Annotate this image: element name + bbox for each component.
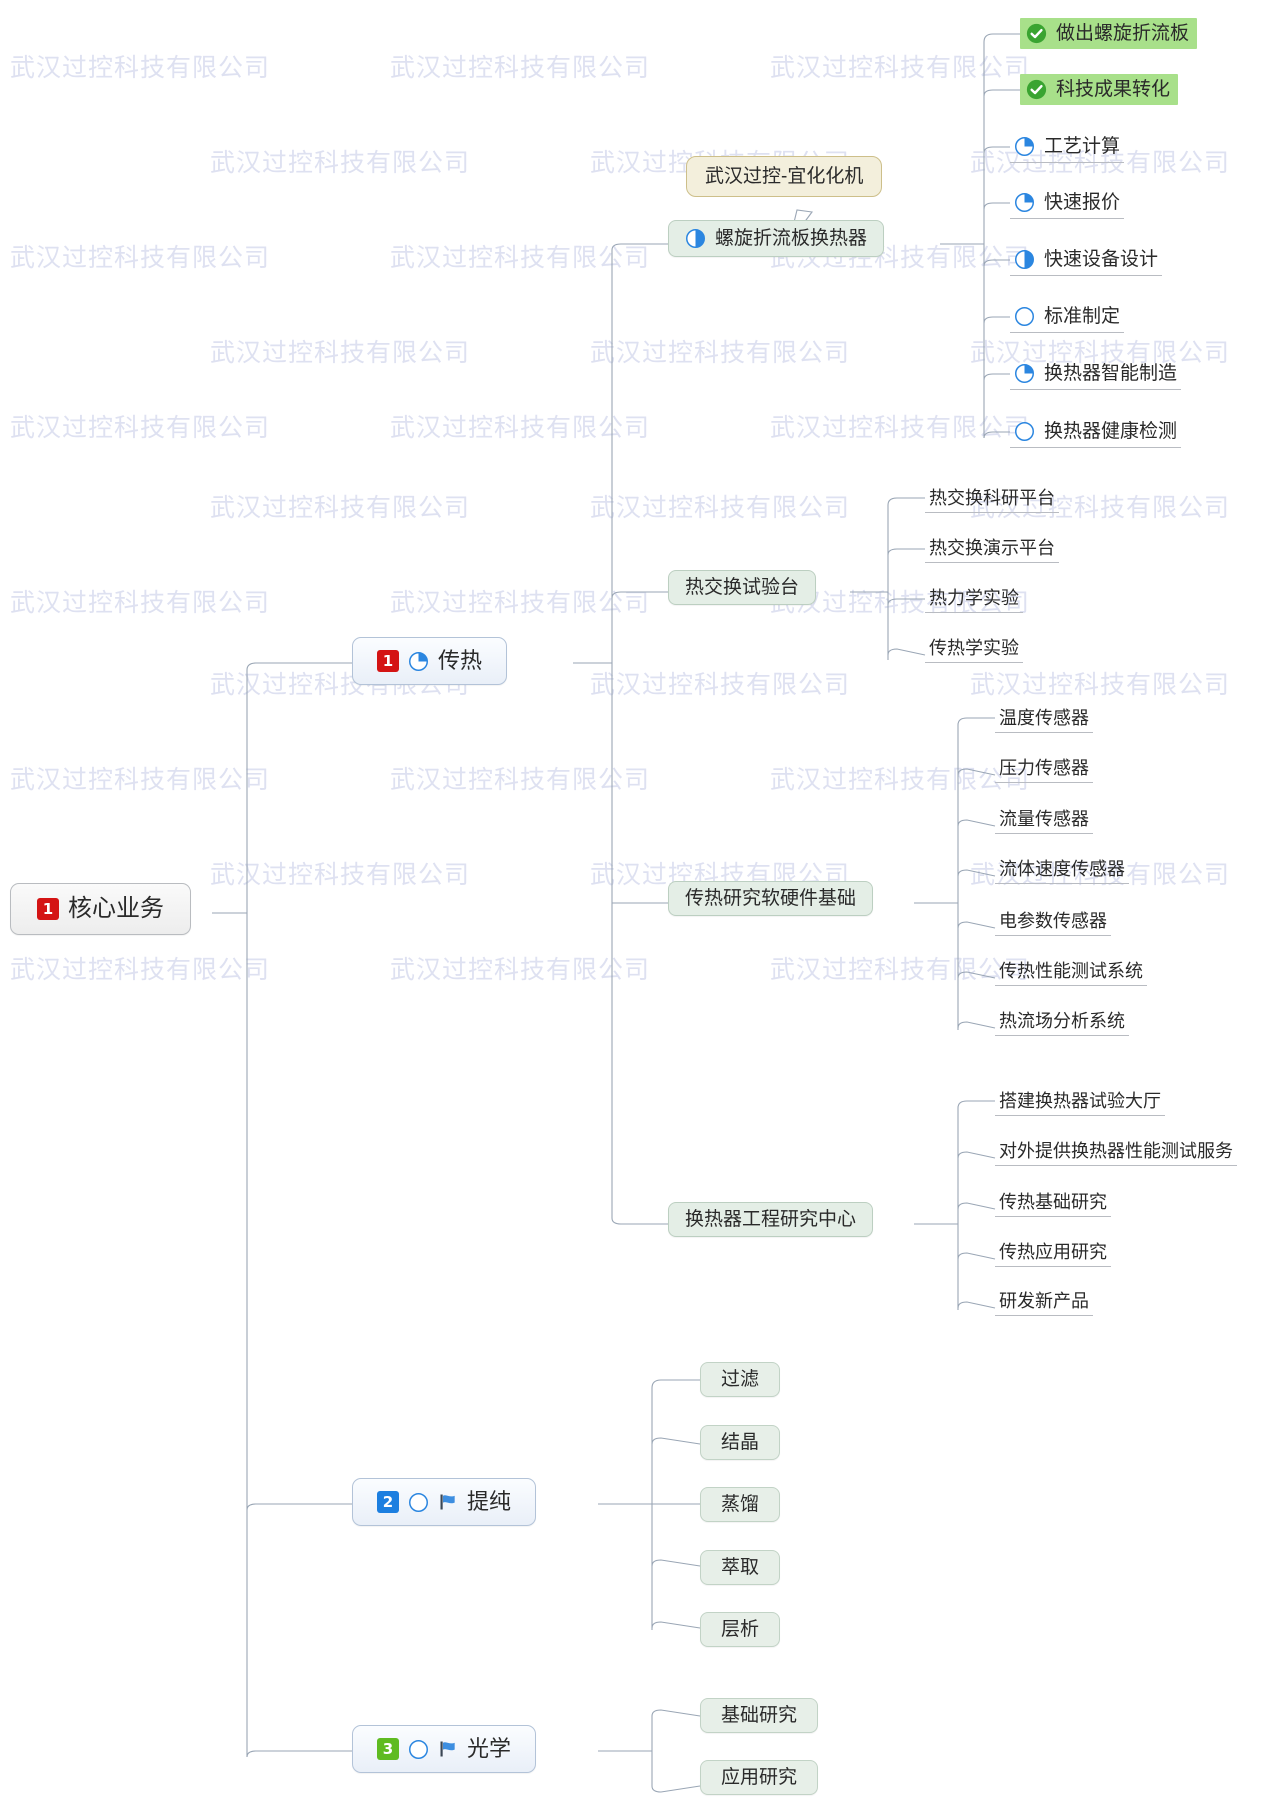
- progress-100-icon: [1026, 79, 1047, 100]
- leaf-wendu-chuanganqi[interactable]: 温度传感器: [995, 707, 1093, 733]
- priority-badge-1: 1: [37, 898, 59, 920]
- leaf-label: 过滤: [721, 1369, 760, 1390]
- flag-icon: [438, 1739, 458, 1759]
- root-label: 核心业务: [68, 895, 164, 922]
- progress-25-icon: [1014, 192, 1035, 213]
- leaf-relixue-shiyan[interactable]: 热力学实验: [925, 587, 1023, 613]
- leaf-cuiqu[interactable]: 萃取: [700, 1550, 781, 1585]
- branch-node-chuanre[interactable]: 1 传热: [352, 637, 508, 685]
- leaf-chuanre-yingyong-yanjiu[interactable]: 传热应用研究: [995, 1241, 1111, 1267]
- leaf-label: 蒸馏: [721, 1494, 760, 1515]
- node-luoxuan-zheliuban-huanreqi[interactable]: 螺旋折流板换热器: [668, 220, 885, 257]
- progress-100-icon: [1026, 23, 1047, 44]
- leaf-label: 流量传感器: [999, 809, 1089, 829]
- progress-0-icon: [408, 1739, 429, 1760]
- mindmap-canvas: 武汉过控科技有限公司 武汉过控科技有限公司 武汉过控科技有限公司 武汉过控科技有限公司…: [0, 0, 1280, 1820]
- root-node[interactable]: 1 核心业务: [10, 883, 191, 935]
- leaf-yingyong-yanjiu[interactable]: 应用研究: [700, 1760, 819, 1795]
- leaf-kuaisu-baojia[interactable]: 快速报价: [1010, 190, 1125, 219]
- leaf-duiwai-tigong-huanreqi-xingneng-ceshi-fuwu[interactable]: 对外提供换热器性能测试服务: [995, 1140, 1237, 1166]
- node-label: 热交换试验台: [685, 577, 800, 598]
- leaf-rejiaohuan-keyan-pingtai[interactable]: 热交换科研平台: [925, 487, 1059, 513]
- leaf-chuanrexue-shiyan[interactable]: 传热学实验: [925, 637, 1023, 663]
- leaf-label: 做出螺旋折流板: [1056, 23, 1190, 44]
- leaf-label: 基础研究: [721, 1705, 798, 1726]
- leaf-label: 传热学实验: [929, 638, 1019, 658]
- leaf-label: 热流场分析系统: [999, 1011, 1125, 1031]
- leaf-label: 科技成果转化: [1056, 79, 1171, 100]
- leaf-label: 对外提供换热器性能测试服务: [999, 1141, 1233, 1161]
- leaf-label: 热力学实验: [929, 588, 1019, 608]
- priority-badge-3: 3: [377, 1738, 399, 1760]
- leaf-yanfa-xin-chanpin[interactable]: 研发新产品: [995, 1290, 1093, 1316]
- progress-50-icon: [685, 228, 706, 249]
- leaf-rejiaohuan-yanshi-pingtai[interactable]: 热交换演示平台: [925, 537, 1059, 563]
- progress-0-icon: [1014, 421, 1035, 442]
- leaf-label: 结晶: [721, 1432, 760, 1453]
- flag-icon: [438, 1492, 458, 1512]
- leaf-jichu-yanjiu[interactable]: 基础研究: [700, 1698, 819, 1733]
- leaf-label: 热交换演示平台: [929, 538, 1055, 558]
- branch-label: 光学: [467, 1736, 512, 1761]
- node-label: 传热研究软硬件基础: [685, 888, 857, 909]
- leaf-huanreqi-jiankang-jiance[interactable]: 换热器健康检测: [1010, 419, 1182, 448]
- leaf-label: 标准制定: [1044, 306, 1121, 327]
- node-rejiaohuan-shiyantai[interactable]: 热交换试验台: [668, 570, 817, 605]
- branch-label: 提纯: [467, 1489, 512, 1514]
- leaf-reliuchang-fenxi-xitong[interactable]: 热流场分析系统: [995, 1010, 1129, 1036]
- leaf-jiejing[interactable]: 结晶: [700, 1425, 781, 1460]
- leaf-label: 热交换科研平台: [929, 488, 1055, 508]
- leaf-label: 流体速度传感器: [999, 859, 1125, 879]
- leaf-liuti-sudu-chuanganqi[interactable]: 流体速度传感器: [995, 858, 1129, 884]
- leaf-label: 工艺计算: [1044, 136, 1121, 157]
- callout-label: 武汉过控-宜化化机: [705, 166, 864, 187]
- progress-25-icon: [408, 651, 429, 672]
- leaf-keji-chengguo-zhuanhua[interactable]: 科技成果转化: [1020, 74, 1179, 105]
- leaf-label: 研发新产品: [999, 1291, 1089, 1311]
- leaf-label: 搭建换热器试验大厅: [999, 1091, 1161, 1111]
- leaf-label: 传热基础研究: [999, 1192, 1107, 1212]
- leaf-kuaisu-shebei-sheji[interactable]: 快速设备设计: [1010, 247, 1163, 276]
- priority-badge-1: 1: [377, 650, 399, 672]
- leaf-guolv[interactable]: 过滤: [700, 1362, 781, 1397]
- leaf-dajian-huanreqi-shiyan-datang[interactable]: 搭建换热器试验大厅: [995, 1090, 1165, 1116]
- leaf-chuanre-jichu-yanjiu[interactable]: 传热基础研究: [995, 1191, 1111, 1217]
- leaf-label: 应用研究: [721, 1767, 798, 1788]
- node-label: 螺旋折流板换热器: [715, 228, 868, 249]
- node-label: 换热器工程研究中心: [685, 1209, 857, 1230]
- leaf-biaozhun-zhiding[interactable]: 标准制定: [1010, 304, 1125, 333]
- progress-50-icon: [1014, 249, 1035, 270]
- progress-0-icon: [408, 1492, 429, 1513]
- leaf-label: 压力传感器: [999, 758, 1089, 778]
- branch-label: 传热: [438, 648, 483, 673]
- leaf-label: 传热性能测试系统: [999, 961, 1143, 981]
- node-huanreqi-gongcheng-yanjiu-zhongxin[interactable]: 换热器工程研究中心: [668, 1202, 874, 1237]
- leaf-cengxi[interactable]: 层析: [700, 1612, 781, 1647]
- leaf-liuliang-chuanganqi[interactable]: 流量传感器: [995, 808, 1093, 834]
- leaf-label: 换热器智能制造: [1044, 363, 1178, 384]
- leaf-label: 萃取: [721, 1557, 760, 1578]
- priority-badge-2: 2: [377, 1491, 399, 1513]
- leaf-gongyi-jisuan[interactable]: 工艺计算: [1010, 134, 1125, 163]
- leaf-label: 换热器健康检测: [1044, 421, 1178, 442]
- leaf-label: 快速设备设计: [1044, 249, 1159, 270]
- leaf-label: 传热应用研究: [999, 1242, 1107, 1262]
- node-chuanre-yanjiu-ruanyingjian-jichu[interactable]: 传热研究软硬件基础: [668, 881, 874, 916]
- leaf-label: 电参数传感器: [999, 911, 1107, 931]
- leaf-label: 快速报价: [1044, 192, 1121, 213]
- callout-note[interactable]: 武汉过控-宜化化机: [686, 156, 883, 197]
- leaf-chuanre-xingneng-ceshi-xitong[interactable]: 传热性能测试系统: [995, 960, 1147, 986]
- leaf-zuochu-luoxuan-zheliuban[interactable]: 做出螺旋折流板: [1020, 18, 1198, 49]
- leaf-decanshu-chuanganqi[interactable]: 电参数传感器: [995, 910, 1111, 936]
- branch-node-guangxue[interactable]: 3 光学: [352, 1725, 537, 1773]
- leaf-zhengliu[interactable]: 蒸馏: [700, 1487, 781, 1522]
- leaf-huanreqi-zhineng-zhizao[interactable]: 换热器智能制造: [1010, 361, 1182, 390]
- leaf-label: 层析: [721, 1619, 760, 1640]
- progress-25-icon: [1014, 363, 1035, 384]
- progress-0-icon: [1014, 306, 1035, 327]
- leaf-yali-chuanganqi[interactable]: 压力传感器: [995, 757, 1093, 783]
- progress-25-icon: [1014, 136, 1035, 157]
- branch-node-tichun[interactable]: 2 提纯: [352, 1478, 537, 1526]
- leaf-label: 温度传感器: [999, 708, 1089, 728]
